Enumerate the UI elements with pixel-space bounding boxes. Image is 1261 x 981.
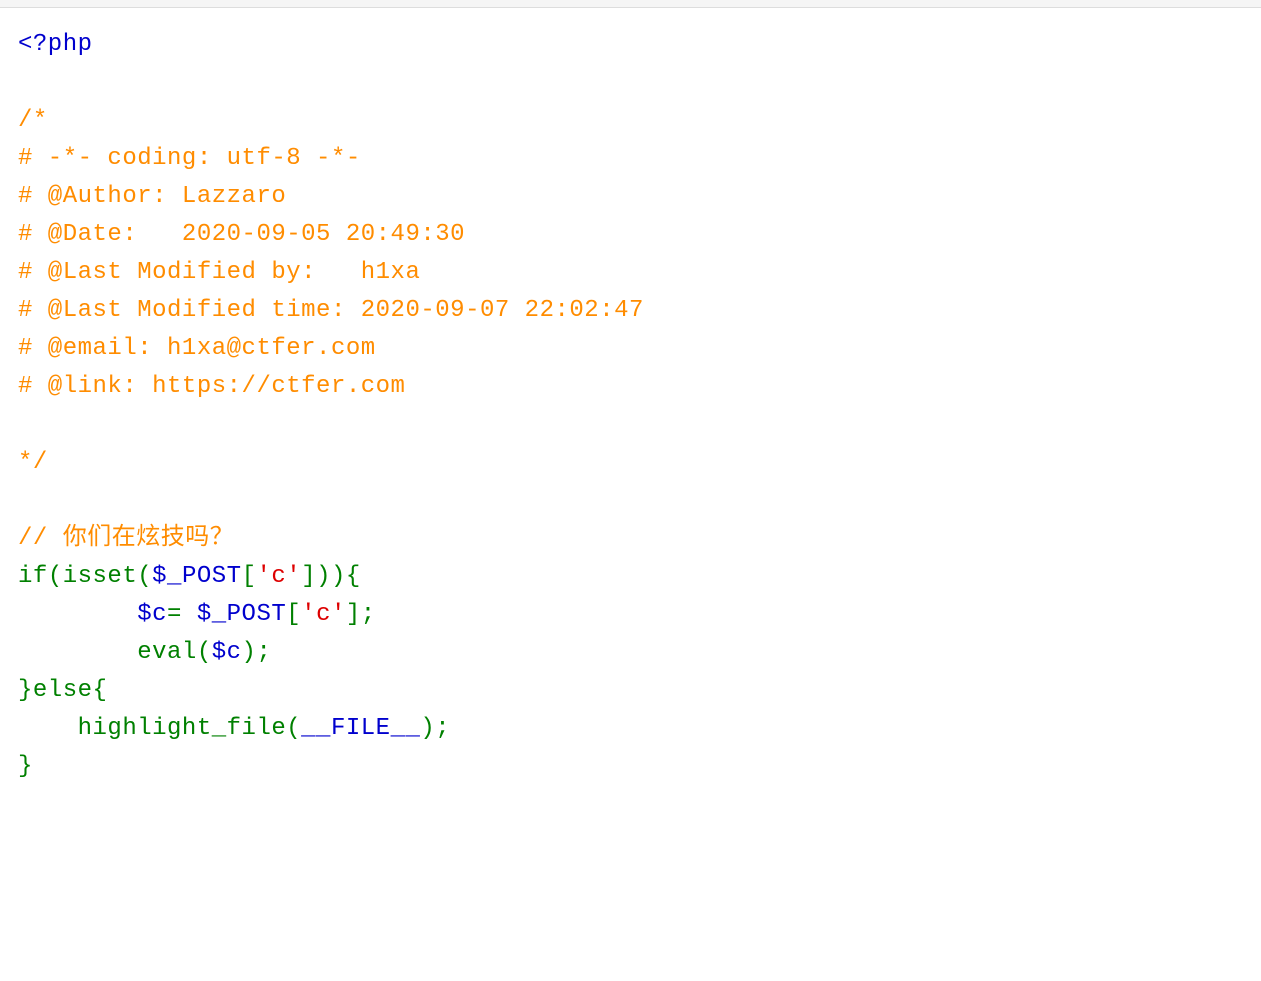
comment-line-modified-time: # @Last Modified time: 2020-09-07 22:02:… <box>18 297 644 324</box>
paren-close-hl: ) <box>420 715 435 742</box>
keyword-else: else <box>33 677 93 704</box>
equals-sign: = <box>167 601 197 628</box>
single-line-comment: // 你们在炫技吗？ <box>18 525 234 552</box>
bracket-close: ] <box>301 563 316 590</box>
brace-close1: } <box>18 677 33 704</box>
string-c2: 'c' <box>301 601 346 628</box>
c-variable2: $c <box>212 639 242 666</box>
comment-line-email: # @email: h1xa@ctfer.com <box>18 335 376 362</box>
post-superglobal: $_POST <box>152 563 241 590</box>
comment-line-modified-by: # @Last Modified by: h1xa <box>18 259 420 286</box>
bracket-open2: [ <box>286 601 301 628</box>
isset-function: isset <box>63 563 138 590</box>
semicolon1: ; <box>361 601 376 628</box>
paren-open2: ( <box>137 563 152 590</box>
semicolon2: ; <box>256 639 271 666</box>
paren-open-eval: ( <box>197 639 212 666</box>
semicolon3: ; <box>435 715 450 742</box>
php-source-code: <?php /* # -*- coding: utf-8 -*- # @Auth… <box>0 8 1261 804</box>
post-superglobal2: $_POST <box>197 601 286 628</box>
comment-line-coding: # -*- coding: utf-8 -*- <box>18 145 361 172</box>
comment-line-link: # @link: https://ctfer.com <box>18 373 405 400</box>
brace-open2: { <box>93 677 108 704</box>
comment-line-author: # @Author: Lazzaro <box>18 183 286 210</box>
eval-function: eval <box>137 639 197 666</box>
c-variable: $c <box>137 601 167 628</box>
close-parens-two: )) <box>316 563 346 590</box>
file-constant: __FILE__ <box>301 715 420 742</box>
browser-topbar <box>0 0 1261 8</box>
bracket-open: [ <box>242 563 257 590</box>
comment-block-open: /* <box>18 107 48 134</box>
paren-open: ( <box>48 563 63 590</box>
comment-block-close: */ <box>18 449 48 476</box>
bracket-close2: ] <box>346 601 361 628</box>
paren-open-hl: ( <box>286 715 301 742</box>
php-open-tag: <?php <box>18 31 93 58</box>
string-c: 'c' <box>256 563 301 590</box>
highlight-file-function: highlight_file <box>78 715 287 742</box>
brace-open: { <box>346 563 361 590</box>
brace-close2: } <box>18 753 33 780</box>
comment-line-date: # @Date: 2020-09-05 20:49:30 <box>18 221 465 248</box>
keyword-if: if <box>18 563 48 590</box>
paren-close-eval: ) <box>242 639 257 666</box>
